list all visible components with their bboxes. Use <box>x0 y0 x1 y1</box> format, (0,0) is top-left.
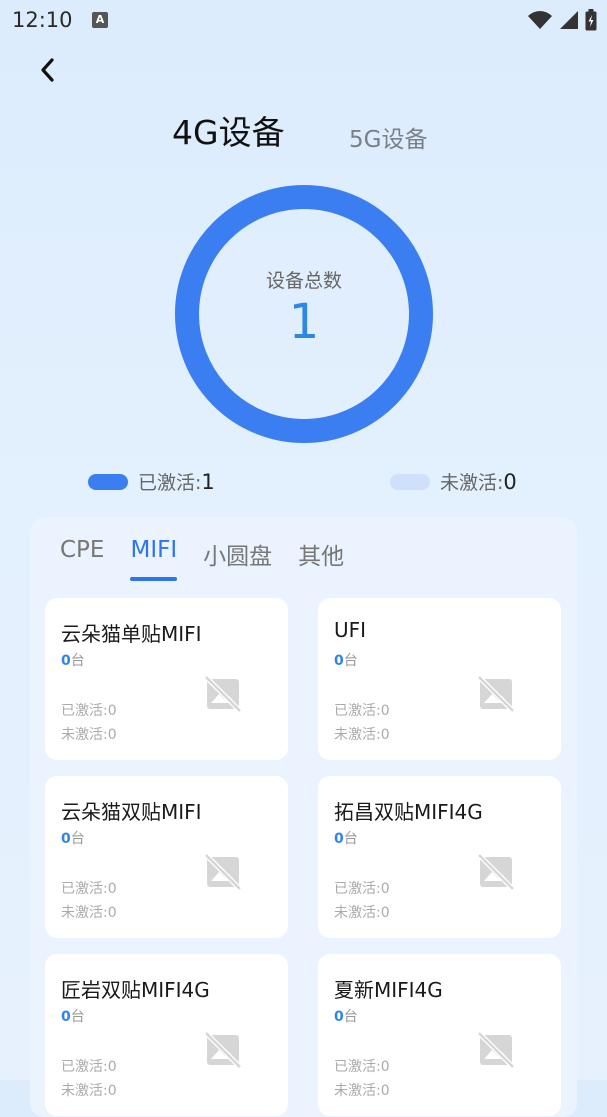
status-icons <box>527 8 597 32</box>
legend-unactivated: 未激活: 0 <box>390 468 517 495</box>
notification-icon: A <box>92 12 108 28</box>
ring-label: 设备总数 <box>265 270 342 292</box>
device-card[interactable]: 匠岩双贴MIFI4G 0台 已激活:0 未激活:0 <box>45 954 288 1116</box>
device-total-ring: 设备总数 1 <box>174 184 434 444</box>
device-unactivated: 未激活:0 <box>61 1083 117 1099</box>
legend-unactivated-value: 0 <box>503 469 517 494</box>
tab-other[interactable]: 其他 <box>298 537 344 581</box>
tab-5g-devices[interactable]: 5G设备 <box>349 120 427 154</box>
battery-icon <box>585 9 597 31</box>
status-time: 12:10 <box>12 8 73 32</box>
device-count-value: 0 <box>334 1009 344 1025</box>
device-name: UFI <box>334 618 367 642</box>
device-activated: 已激活:0 <box>334 1059 390 1075</box>
device-name: 拓昌双贴MIFI4G <box>334 800 483 824</box>
legend-activated: 已激活: 1 <box>88 468 215 495</box>
tab-4g-devices[interactable]: 4G设备 <box>172 106 285 154</box>
device-activated: 已激活:0 <box>334 881 390 897</box>
device-count-value: 0 <box>61 831 71 847</box>
tab-small-disc[interactable]: 小圆盘 <box>203 537 272 581</box>
device-unactivated: 未激活:0 <box>61 727 117 743</box>
device-card[interactable]: UFI 0台 已激活:0 未激活:0 <box>318 598 561 760</box>
device-card[interactable]: 夏新MIFI4G 0台 已激活:0 未激活:0 <box>318 954 561 1116</box>
device-count: 0台 <box>61 828 85 848</box>
device-card[interactable]: 拓昌双贴MIFI4G 0台 已激活:0 未激活:0 <box>318 776 561 938</box>
device-count-value: 0 <box>334 653 344 669</box>
legend-activated-label: 已激活: <box>138 472 202 494</box>
image-unavailable-icon <box>477 1031 515 1069</box>
tab-cpe[interactable]: CPE <box>60 537 104 581</box>
legend-activated-swatch <box>88 473 128 490</box>
device-count-unit: 台 <box>343 1009 358 1025</box>
device-card[interactable]: 云朵猫双贴MIFI 0台 已激活:0 未激活:0 <box>45 776 288 938</box>
device-count: 0台 <box>334 650 358 670</box>
device-count-unit: 台 <box>70 1009 85 1025</box>
legend-activated-value: 1 <box>201 469 215 494</box>
device-unactivated: 未激活:0 <box>334 905 390 921</box>
device-unactivated: 未激活:0 <box>61 905 117 921</box>
device-name: 夏新MIFI4G <box>334 978 443 1002</box>
device-count-value: 0 <box>61 653 71 669</box>
wifi-icon <box>528 11 552 29</box>
device-count-unit: 台 <box>70 653 85 669</box>
chevron-left-icon <box>41 58 54 82</box>
legend-unactivated-swatch <box>390 473 430 490</box>
device-count-value: 0 <box>334 831 344 847</box>
device-activated: 已激活:0 <box>61 881 117 897</box>
device-activated: 已激活:0 <box>61 1059 117 1075</box>
image-unavailable-icon <box>477 675 515 713</box>
image-unavailable-icon <box>477 853 515 891</box>
device-name: 匠岩双贴MIFI4G <box>61 978 210 1002</box>
device-count-value: 0 <box>61 1009 71 1025</box>
device-count-unit: 台 <box>343 653 358 669</box>
category-tabs: CPE MIFI 小圆盘 其他 <box>60 537 344 581</box>
signal-icon <box>560 11 578 29</box>
device-name: 云朵猫单贴MIFI <box>61 622 202 646</box>
image-unavailable-icon <box>204 853 242 891</box>
device-count: 0台 <box>334 1006 358 1026</box>
device-name: 云朵猫双贴MIFI <box>61 800 202 824</box>
ring-total-value: 1 <box>288 294 320 350</box>
tab-mifi[interactable]: MIFI <box>130 537 177 581</box>
legend-unactivated-label: 未激活: <box>440 472 504 494</box>
back-button[interactable] <box>30 52 66 88</box>
device-unactivated: 未激活:0 <box>334 727 390 743</box>
device-count-unit: 台 <box>343 831 358 847</box>
device-activated: 已激活:0 <box>334 703 390 719</box>
device-card[interactable]: 云朵猫单贴MIFI 0台 已激活:0 未激活:0 <box>45 598 288 760</box>
device-count-unit: 台 <box>70 831 85 847</box>
status-bar: 12:10 A <box>0 0 607 42</box>
device-count: 0台 <box>334 828 358 848</box>
device-count: 0台 <box>61 1006 85 1026</box>
image-unavailable-icon <box>204 1031 242 1069</box>
device-panel: CPE MIFI 小圆盘 其他 云朵猫单贴MIFI 0台 已激活:0 未激活:0… <box>30 517 577 1117</box>
image-unavailable-icon <box>204 675 242 713</box>
device-unactivated: 未激活:0 <box>334 1083 390 1099</box>
device-activated: 已激活:0 <box>61 703 117 719</box>
device-count: 0台 <box>61 650 85 670</box>
